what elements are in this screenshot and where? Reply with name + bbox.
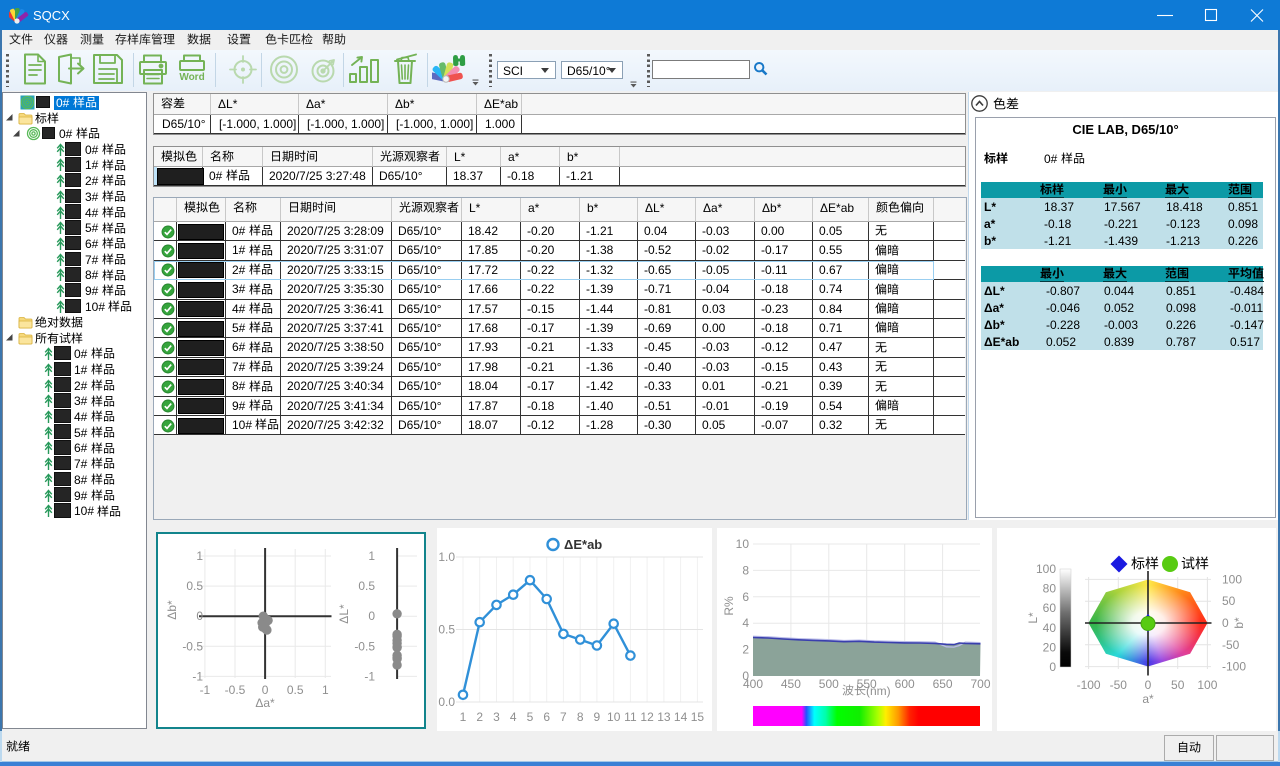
svg-text:500: 500: [819, 677, 839, 691]
svg-text:4: 4: [510, 710, 517, 724]
svg-text:8: 8: [742, 563, 749, 577]
svg-text:0.5: 0.5: [358, 579, 375, 593]
svg-text:100: 100: [1222, 572, 1242, 586]
svg-text:0.5: 0.5: [438, 623, 455, 637]
svg-text:0.5: 0.5: [186, 579, 203, 593]
svg-text:10: 10: [736, 537, 750, 551]
svg-text:50: 50: [1222, 594, 1236, 608]
svg-text:0: 0: [262, 683, 269, 697]
svg-text:-0.5: -0.5: [354, 639, 375, 653]
svg-text:60: 60: [1043, 601, 1057, 615]
svg-text:-0.5: -0.5: [225, 683, 246, 697]
svg-text:1: 1: [368, 549, 375, 563]
svg-text:R%: R%: [722, 596, 736, 616]
svg-text:2: 2: [476, 710, 483, 724]
svg-text:1: 1: [196, 549, 203, 563]
svg-text:3: 3: [493, 710, 500, 724]
svg-text:0.5: 0.5: [287, 683, 304, 697]
svg-text:0.0: 0.0: [438, 695, 455, 709]
svg-text:0: 0: [1145, 678, 1152, 692]
svg-text:-0.5: -0.5: [182, 639, 203, 653]
svg-text:a*: a*: [1142, 692, 1154, 706]
svg-text:-100: -100: [1077, 678, 1101, 692]
svg-text:40: 40: [1043, 621, 1057, 635]
svg-text:600: 600: [895, 677, 915, 691]
svg-text:450: 450: [781, 677, 801, 691]
svg-text:7: 7: [560, 710, 567, 724]
svg-text:6: 6: [543, 710, 550, 724]
svg-text:650: 650: [933, 677, 953, 691]
svg-text:ΔE*ab: ΔE*ab: [564, 537, 602, 552]
svg-text:6: 6: [742, 590, 749, 604]
svg-text:-1: -1: [192, 669, 203, 683]
svg-text:0: 0: [1222, 616, 1229, 630]
svg-text:ΔL*: ΔL*: [337, 604, 351, 624]
svg-text:15: 15: [691, 710, 705, 724]
svg-text:-1: -1: [364, 669, 375, 683]
svg-text:2: 2: [742, 643, 749, 657]
svg-text:12: 12: [640, 710, 654, 724]
svg-text:Δa*: Δa*: [255, 696, 275, 710]
svg-text:700: 700: [970, 677, 990, 691]
svg-text:-50: -50: [1222, 638, 1240, 652]
svg-text:13: 13: [657, 710, 671, 724]
svg-text:11: 11: [624, 710, 637, 724]
svg-text:9: 9: [594, 710, 601, 724]
svg-text:b*: b*: [1232, 617, 1246, 629]
svg-text:10: 10: [607, 710, 621, 724]
svg-text:-1: -1: [200, 683, 211, 697]
svg-text:L*: L*: [1026, 612, 1040, 624]
svg-text:1: 1: [322, 683, 329, 697]
svg-text:0: 0: [196, 609, 203, 623]
svg-text:100: 100: [1197, 678, 1217, 692]
svg-text:5: 5: [527, 710, 534, 724]
svg-text:0: 0: [1049, 660, 1056, 674]
svg-text:1.0: 1.0: [438, 550, 455, 564]
svg-text:8: 8: [577, 710, 584, 724]
svg-text:4: 4: [742, 616, 749, 630]
svg-text:-50: -50: [1110, 678, 1128, 692]
svg-text:80: 80: [1043, 582, 1057, 596]
svg-text:20: 20: [1043, 640, 1057, 654]
svg-text:100: 100: [1036, 562, 1056, 576]
svg-text:400: 400: [743, 677, 763, 691]
svg-text:-100: -100: [1222, 660, 1246, 674]
svg-text:50: 50: [1171, 678, 1185, 692]
svg-text:14: 14: [674, 710, 688, 724]
svg-text:0: 0: [368, 609, 375, 623]
svg-text:Δb*: Δb*: [165, 600, 179, 620]
svg-text:1: 1: [460, 710, 467, 724]
